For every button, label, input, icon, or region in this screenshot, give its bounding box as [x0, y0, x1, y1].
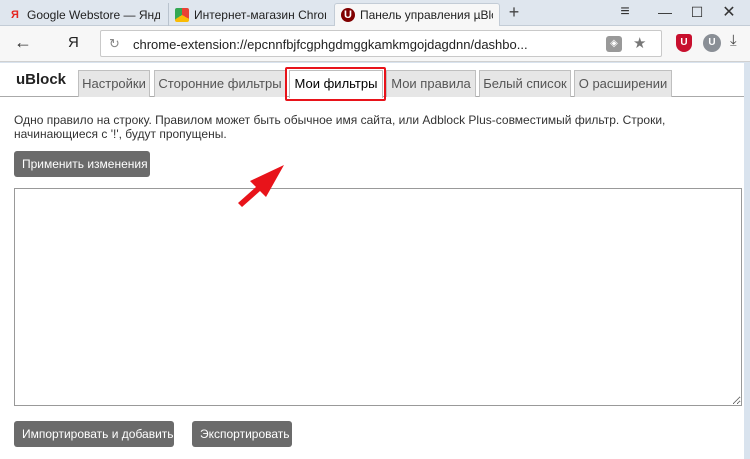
- browser-tab-strip: Я Google Webstore — Яндекс Интернет-мага…: [0, 0, 750, 26]
- back-arrow-icon[interactable]: ←: [14, 32, 32, 53]
- yandex-home-button[interactable]: Я: [68, 34, 79, 51]
- import-append-button[interactable]: Импортировать и добавить: [14, 421, 174, 447]
- close-icon[interactable]: ✕: [714, 2, 744, 22]
- browser-tab-chrome-store[interactable]: Интернет-магазин Chrome: [168, 3, 332, 26]
- reload-icon[interactable]: ↻: [109, 36, 120, 52]
- browser-tab-label: Панель управления µBlo: [360, 8, 493, 22]
- tab-my-rules[interactable]: Мои правила: [386, 70, 476, 97]
- filters-description: Одно правило на строку. Правилом может б…: [14, 113, 666, 141]
- address-bar[interactable]: ↻ chrome-extension://epcnnfbjfcgphgdmggk…: [100, 30, 662, 57]
- window-border: [744, 63, 750, 459]
- download-icon[interactable]: ⤓: [730, 32, 737, 49]
- pointer-arrow-icon: [238, 165, 284, 207]
- tab-about[interactable]: О расширении: [574, 70, 672, 97]
- ublock-icon: U: [341, 8, 355, 22]
- minimize-icon[interactable]: —: [650, 2, 680, 22]
- export-button[interactable]: Экспортировать: [192, 421, 292, 447]
- dashboard-header: uBlock Настройки Сторонние фильтры Мои ф…: [0, 63, 750, 101]
- tab-third-party-filters[interactable]: Сторонние фильтры: [154, 70, 286, 97]
- tab-whitelist[interactable]: Белый список: [479, 70, 571, 97]
- menu-icon[interactable]: ≡: [610, 2, 640, 22]
- tab-settings[interactable]: Настройки: [78, 70, 150, 97]
- browser-tab-webstore[interactable]: Я Google Webstore — Яндекс: [2, 3, 166, 26]
- url-text[interactable]: chrome-extension://epcnnfbjfcgphgdmggkam…: [133, 37, 528, 52]
- browser-tab-label: Интернет-магазин Chrome: [194, 7, 326, 22]
- chrome-store-icon: [175, 7, 189, 22]
- apply-changes-button[interactable]: Применить изменения: [14, 151, 150, 177]
- tab-highlight-frame: [285, 67, 386, 101]
- browser-tab-label: Google Webstore — Яндекс: [27, 7, 160, 22]
- yandex-icon: Я: [11, 8, 19, 21]
- user-avatar-icon[interactable]: U: [703, 34, 721, 52]
- maximize-icon[interactable]: ☐: [682, 2, 712, 22]
- my-filters-textarea[interactable]: [14, 188, 742, 406]
- extension-shield-icon[interactable]: ◈: [606, 36, 622, 52]
- new-tab-button[interactable]: +: [504, 2, 524, 23]
- browser-toolbar: ← Я ↻ chrome-extension://epcnnfbjfcgphgd…: [0, 26, 750, 62]
- bookmark-star-icon[interactable]: ★: [633, 34, 646, 52]
- browser-tab-ublock-dashboard[interactable]: U Панель управления µBlo: [334, 3, 500, 26]
- ublock-toolbar-icon[interactable]: U: [676, 34, 692, 52]
- brand-title: uBlock: [16, 71, 67, 88]
- ublock-dashboard: uBlock Настройки Сторонние фильтры Мои ф…: [0, 63, 750, 459]
